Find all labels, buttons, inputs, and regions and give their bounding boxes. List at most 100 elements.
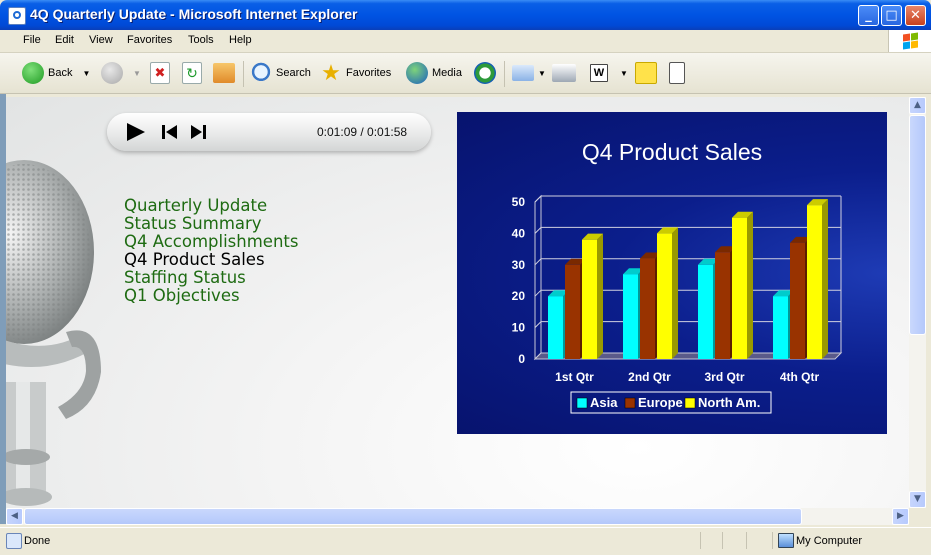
ie-icon [8,7,26,25]
home-button[interactable] [213,53,239,93]
nav-item-q1-objectives[interactable]: Q1 Objectives [124,287,298,305]
edit-button[interactable]: W ▼ [590,53,628,93]
back-button[interactable]: Back ▼ [22,53,90,93]
bar [582,239,597,359]
y-tick-label: 20 [512,289,526,303]
note-icon [635,62,657,84]
status-bar: Done My Computer [0,527,931,555]
scroll-right-icon[interactable]: ▶ [892,508,909,525]
status-divider [700,532,701,549]
menu-view[interactable]: View [89,34,113,46]
legend-swatch [576,397,588,409]
legend-label: Asia [590,395,618,410]
stop-button[interactable]: ✖ [150,53,174,93]
bar-chart: 0 10 20 30 40 50 1st Qtr 2nd Qtr 3rd Qtr 4th Qtr A… [512,194,843,414]
my-computer-icon [778,533,794,548]
nav-item-status-summary[interactable]: Status Summary [124,215,298,233]
chart-slide: Q4 Product Sales 0 10 20 30 40 50 1st Qtr 2nd Q… [457,112,887,434]
browser-window: 4Q Quarterly Update - Microsoft Internet… [0,0,931,555]
x-tick-label: 4th Qtr [780,370,820,384]
next-icon[interactable] [189,124,207,140]
phone-icon [669,62,685,84]
media-globe-icon [406,62,428,84]
bar-side [747,211,753,359]
refresh-button[interactable]: ↻ [182,53,206,93]
vertical-scrollbar[interactable]: ▲ ▼ [909,97,926,508]
menu-tools[interactable]: Tools [188,34,214,46]
playback-time: 0:01:09 / 0:01:58 [317,125,408,139]
status-divider [722,532,723,549]
previous-icon[interactable] [161,124,179,140]
gridline [534,195,841,203]
vertical-scroll-thumb[interactable] [909,115,926,335]
menu-help[interactable]: Help [229,34,252,46]
close-button[interactable]: ✕ [905,5,926,26]
mail-dropdown-icon[interactable]: ▼ [538,69,546,78]
gridline [534,226,841,234]
y-tick-label: 40 [512,226,526,240]
back-label: Back [48,67,73,79]
title-bar[interactable]: 4Q Quarterly Update - Microsoft Internet… [0,0,931,30]
scroll-left-icon[interactable]: ◀ [6,508,23,525]
nav-item-q4-accomplishments[interactable]: Q4 Accomplishments [124,233,298,251]
stop-icon: ✖ [150,62,170,84]
search-icon [250,62,272,84]
maximize-button[interactable]: □ [881,5,902,26]
notes-button[interactable] [635,53,661,93]
play-icon[interactable] [125,122,147,142]
search-label: Search [276,67,311,79]
horizontal-scroll-thumb[interactable] [24,508,802,525]
status-divider [772,532,773,549]
forward-arrow-icon [101,62,123,84]
menu-favorites[interactable]: Favorites [127,34,172,46]
toolbar: Back ▼ ▼ ✖ ↻ Search ★ Favorites Media ▼ … [0,53,931,94]
bar [565,264,580,359]
toolbar-separator [504,61,505,87]
horizontal-scrollbar[interactable]: ◀ ▶ [6,508,909,525]
history-icon [474,62,496,84]
favorites-button[interactable]: ★ Favorites [320,53,391,93]
legend-swatch [684,397,696,409]
forward-dropdown-icon[interactable]: ▼ [133,69,141,78]
y-tick-label: 10 [512,321,526,335]
bar [807,205,822,359]
scroll-down-icon[interactable]: ▼ [909,491,926,508]
mail-button[interactable]: ▼ [512,53,546,93]
bar [732,217,747,359]
nav-item-q4-product-sales[interactable]: Q4 Product Sales [124,251,298,269]
back-arrow-icon [22,62,44,84]
bar [623,274,638,359]
windows-logo-icon [888,30,931,52]
forward-button[interactable]: ▼ [101,53,141,93]
bar [790,242,805,359]
minimize-button[interactable]: _ [858,5,879,26]
media-label: Media [432,67,462,79]
page-icon [6,533,22,549]
messenger-button[interactable] [669,53,689,93]
menu-file[interactable]: File [23,34,41,46]
scroll-up-icon[interactable]: ▲ [909,97,926,114]
window-title: 4Q Quarterly Update - Microsoft Internet… [30,6,358,22]
security-zone: My Computer [796,535,863,547]
toolbar-separator [243,61,244,87]
bar [548,296,563,359]
legend-label: Europe [638,395,683,410]
edit-dropdown-icon[interactable]: ▼ [620,69,628,78]
status-divider [746,532,747,549]
media-button[interactable]: Media [406,53,462,93]
back-dropdown-icon[interactable]: ▼ [82,69,90,78]
microphone-image [6,160,101,506]
nav-item-quarterly-update[interactable]: Quarterly Update [124,197,298,215]
bar [715,252,730,359]
history-button[interactable] [474,53,500,93]
search-button[interactable]: Search [250,53,311,93]
bar-side [597,233,603,359]
y-tick-label: 0 [518,352,525,366]
legend-swatch [624,397,636,409]
page-viewport: 0:01:09 / 0:01:58 Quarterly Update Statu… [6,97,909,509]
nav-item-staffing-status[interactable]: Staffing Status [124,269,298,287]
bar [773,296,788,359]
y-tick-label: 50 [512,195,526,209]
print-button[interactable] [552,53,580,93]
menu-edit[interactable]: Edit [55,34,74,46]
